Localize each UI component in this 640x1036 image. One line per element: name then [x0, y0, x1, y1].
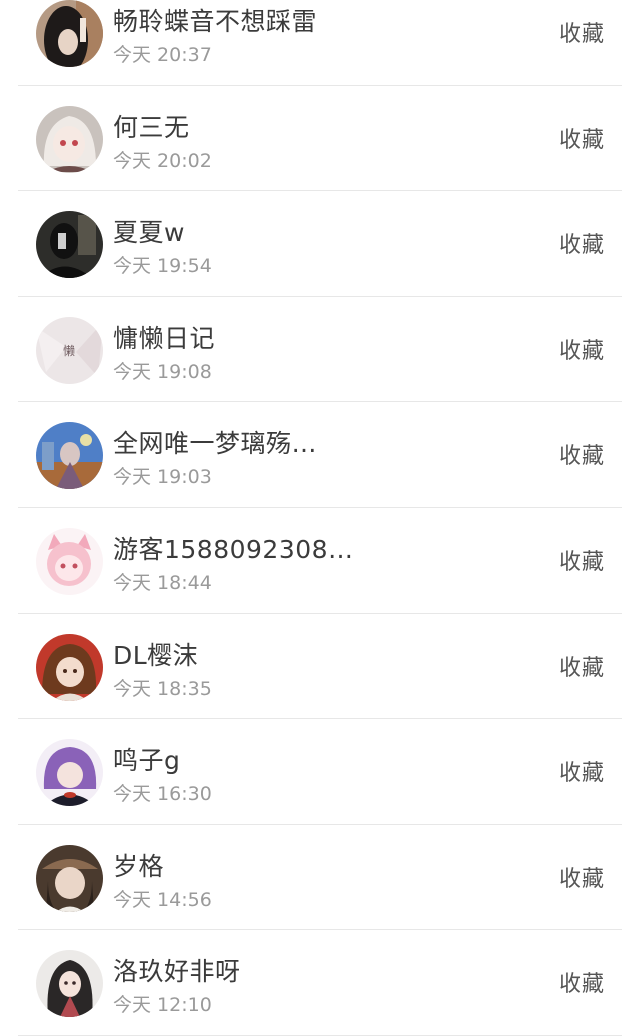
- favorite-button[interactable]: 收藏: [559, 227, 605, 259]
- avatar[interactable]: [36, 422, 103, 490]
- user-name: DL樱沫: [113, 640, 199, 670]
- favorite-button[interactable]: 收藏: [559, 544, 605, 576]
- timestamp: 今天 20:02: [113, 149, 212, 172]
- svg-text:懒: 懒: [63, 344, 75, 358]
- list-item[interactable]: 鸣子g 今天 16:30 收藏: [0, 719, 640, 825]
- timestamp: 今天 14:56: [113, 888, 212, 911]
- timestamp: 今天 18:35: [113, 677, 212, 700]
- favorite-button[interactable]: 收藏: [559, 861, 605, 893]
- avatar[interactable]: [36, 0, 103, 67]
- timestamp: 今天 20:37: [113, 44, 212, 66]
- anime-hat-dark-icon: [36, 844, 103, 912]
- follower-list: 畅聆蝶音不想踩雷 今天 20:37 收藏 何三无 今天 20:02 收藏 夏夏w…: [0, 0, 640, 1036]
- avatar[interactable]: [36, 633, 103, 701]
- dark-silhouette-icon: [36, 211, 103, 279]
- list-item[interactable]: DL樱沫 今天 18:35 收藏: [0, 614, 640, 720]
- user-name: 何三无: [113, 112, 190, 142]
- list-item[interactable]: 懒 慵懒日记 今天 19:08 收藏: [0, 297, 640, 403]
- list-item[interactable]: 全网唯一梦璃殇… 今天 19:03 收藏: [0, 402, 640, 508]
- avatar[interactable]: [36, 739, 103, 807]
- user-name: 鸣子g: [113, 746, 181, 776]
- avatar[interactable]: [36, 950, 103, 1018]
- list-item[interactable]: 畅聆蝶音不想踩雷 今天 20:37 收藏: [0, 0, 640, 86]
- timestamp: 今天 19:03: [113, 466, 212, 489]
- favorite-button[interactable]: 收藏: [559, 966, 605, 998]
- favorite-button[interactable]: 收藏: [559, 755, 605, 787]
- user-name: 慵懒日记: [113, 323, 216, 353]
- timestamp: 今天 19:54: [113, 255, 212, 278]
- timestamp: 今天 18:44: [113, 571, 212, 594]
- list-item[interactable]: 洛玖好非呀 今天 12:10 收藏: [0, 930, 640, 1036]
- timestamp: 今天 12:10: [113, 994, 212, 1017]
- user-name: 夏夏w: [113, 218, 185, 248]
- favorite-button[interactable]: 收藏: [559, 438, 605, 470]
- avatar[interactable]: 懒: [36, 316, 103, 384]
- list-item[interactable]: 夏夏w 今天 19:54 收藏: [0, 191, 640, 297]
- favorite-button[interactable]: 收藏: [559, 122, 605, 154]
- pink-cat-girl-icon: [36, 527, 103, 595]
- anime-white-hair-icon: [36, 105, 103, 173]
- avatar[interactable]: [36, 844, 103, 912]
- avatar[interactable]: [36, 105, 103, 173]
- text-lazy-icon: 懒: [36, 316, 103, 384]
- anime-scene-icon: [36, 422, 103, 490]
- anime-brown-hair-red-icon: [36, 633, 103, 701]
- avatar[interactable]: [36, 211, 103, 279]
- favorite-button[interactable]: 收藏: [559, 333, 605, 365]
- user-name: 洛玖好非呀: [113, 957, 241, 987]
- user-name: 游客1588092308…: [113, 534, 354, 564]
- favorite-button[interactable]: 收藏: [559, 16, 605, 48]
- user-name: 畅聆蝶音不想踩雷: [113, 7, 318, 36]
- anime-purple-hair-icon: [36, 739, 103, 807]
- dark-hair-portrait-icon: [36, 0, 103, 67]
- timestamp: 今天 19:08: [113, 360, 212, 383]
- favorite-button[interactable]: 收藏: [559, 650, 605, 682]
- list-item[interactable]: 岁格 今天 14:56 收藏: [0, 825, 640, 931]
- anime-long-black-hair-icon: [36, 950, 103, 1018]
- timestamp: 今天 16:30: [113, 783, 212, 806]
- list-item[interactable]: 游客1588092308… 今天 18:44 收藏: [0, 508, 640, 614]
- user-name: 全网唯一梦璃殇…: [113, 429, 318, 459]
- list-item[interactable]: 何三无 今天 20:02 收藏: [0, 86, 640, 192]
- user-name: 岁格: [113, 851, 165, 881]
- avatar[interactable]: [36, 527, 103, 595]
